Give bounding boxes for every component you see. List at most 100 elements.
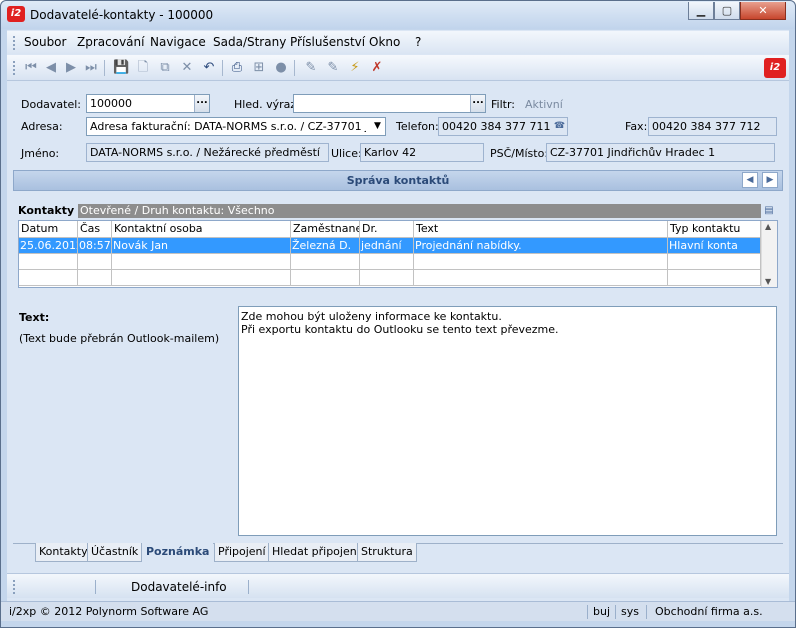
fax-field[interactable]: 00420 384 377 712: [648, 117, 777, 136]
copy-icon[interactable]: ⧉: [157, 60, 173, 76]
cell-cas: 08:57: [78, 238, 112, 254]
status-system: sys: [621, 605, 639, 618]
hled-vyraz-label: Hled. výraz:: [234, 98, 300, 111]
cell-text: Projednání nabídky.: [414, 238, 668, 254]
clear-filter-icon[interactable]: ✗: [369, 60, 385, 76]
next-record-icon[interactable]: ▶: [63, 60, 79, 76]
contact-text-area[interactable]: Zde mohou být uloženy informace ke konta…: [238, 306, 777, 536]
text-label: Text:: [19, 311, 50, 324]
empty-cell: [112, 270, 291, 286]
minimize-button[interactable]: ▁: [688, 2, 714, 20]
menu-grip[interactable]: [13, 36, 16, 50]
col-zamestnanec[interactable]: Zaměstnanec: [291, 221, 360, 238]
menu-navigace[interactable]: Navigace: [150, 35, 206, 49]
tab-pripojeni[interactable]: Připojení: [214, 543, 270, 562]
status-separator: [587, 605, 588, 619]
chevron-down-icon[interactable]: ▼: [370, 118, 385, 135]
cell-zamestnanec: Železná D.: [291, 238, 360, 254]
grid-settings-icon[interactable]: ▤: [762, 204, 776, 218]
maximize-button[interactable]: ▢: [714, 2, 740, 20]
scroll-down-icon[interactable]: ▼: [765, 277, 771, 286]
status-firm: Obchodní firma a.s.: [655, 605, 763, 618]
status-bar: i/2xp © 2012 Polynorm Software AG buj sy…: [1, 601, 795, 621]
delete-icon[interactable]: ✕: [179, 60, 195, 76]
print-icon[interactable]: ⎙: [229, 60, 245, 76]
filtr-value[interactable]: Aktivní: [525, 98, 563, 111]
col-text[interactable]: Text: [414, 221, 668, 238]
contacts-filter-bar[interactable]: Otevřené / Druh kontaktu: Všechno: [78, 204, 761, 218]
bottom-bar-grip[interactable]: [13, 580, 16, 594]
ulice-field[interactable]: Karlov 42: [360, 143, 484, 162]
tab-kontakty[interactable]: Kontakty: [35, 543, 92, 562]
menu-okno[interactable]: Okno: [369, 35, 400, 49]
cell-dr: jednání: [360, 238, 414, 254]
section-prev-icon[interactable]: ◀: [742, 172, 758, 188]
col-datum[interactable]: Datum: [19, 221, 78, 238]
telefon-label: Telefon:: [396, 120, 439, 133]
empty-cell: [291, 254, 360, 270]
empty-cell: [78, 254, 112, 270]
last-record-icon[interactable]: ⏭: [83, 60, 99, 76]
pen2-icon[interactable]: ✎: [325, 60, 341, 76]
col-dr[interactable]: Dr.: [360, 221, 414, 238]
menu-bar: Soubor Zpracování Navigace Sada/Strany P…: [7, 31, 789, 54]
new-icon[interactable]: 🗋: [135, 60, 151, 76]
close-button[interactable]: ✕: [740, 2, 786, 20]
toolbar-separator: [294, 60, 295, 76]
toolbar: ⏮ ◀ ▶ ⏭ 💾 🗋 ⧉ ✕ ↶ ⎙ ⊞ ● ✎ ✎ ⚡ ✗ i2: [7, 55, 789, 81]
dodavatel-lookup-button[interactable]: ...: [194, 95, 209, 112]
cell-datum: 25.06.2012: [19, 238, 78, 254]
menu-help[interactable]: ?: [415, 35, 421, 49]
undo-icon[interactable]: ↶: [201, 60, 217, 76]
prev-record-icon[interactable]: ◀: [43, 60, 59, 76]
adresa-label: Adresa:: [21, 120, 63, 133]
tab-poznamka[interactable]: Poznámka: [142, 543, 214, 562]
tree-icon[interactable]: ⊞: [251, 60, 267, 76]
bottom-info-bar: Dodavatelé-info: [7, 573, 789, 598]
menu-sada-strany[interactable]: Sada/Strany: [213, 35, 286, 49]
jmeno-field[interactable]: DATA-NORMS s.r.o. / Nežárecké předměstí: [86, 143, 329, 162]
filter-icon[interactable]: ⚡: [347, 60, 363, 76]
tab-struktura[interactable]: Struktura: [357, 543, 417, 562]
bottom-bar-separator: [248, 580, 249, 594]
brand-logo-icon: i2: [764, 58, 786, 78]
first-record-icon[interactable]: ⏮: [23, 60, 39, 76]
fax-label: Fax:: [625, 120, 648, 133]
phone-icon[interactable]: ☎: [552, 118, 567, 135]
col-kontaktni-osoba[interactable]: Kontaktní osoba: [112, 221, 291, 238]
adresa-select[interactable]: Adresa fakturační: DATA-NORMS s.r.o. / C…: [86, 117, 386, 136]
scroll-up-icon[interactable]: ▲: [765, 222, 771, 231]
contacts-grid[interactable]: Datum Čas Kontaktní osoba Zaměstnanec Dr…: [18, 220, 778, 288]
tab-hledat-pripojeni[interactable]: Hledat připojení: [268, 543, 364, 562]
telefon-field[interactable]: 00420 384 377 711 ☎: [438, 117, 568, 136]
pen-icon[interactable]: ✎: [303, 60, 319, 76]
empty-cell: [668, 270, 761, 286]
ulice-label: Ulice:: [331, 147, 362, 160]
psc-misto-label: PSČ/Místo:: [490, 147, 549, 160]
psc-misto-field[interactable]: CZ-37701 Jindřichův Hradec 1: [546, 143, 775, 162]
status-separator: [646, 605, 647, 619]
tab-ucastnik[interactable]: Účastník: [87, 543, 143, 562]
search-lookup-button[interactable]: ...: [470, 95, 485, 112]
dodavatel-label: Dodavatel:: [21, 98, 82, 111]
search-expression-input[interactable]: ...: [293, 94, 486, 113]
empty-cell: [414, 254, 668, 270]
menu-soubor[interactable]: Soubor: [24, 35, 66, 49]
col-cas[interactable]: Čas: [78, 221, 112, 238]
disabled-circle-icon[interactable]: ●: [273, 60, 289, 76]
dodavatel-field[interactable]: 100000 ...: [86, 94, 210, 113]
toolbar-grip[interactable]: [13, 61, 16, 75]
section-next-icon[interactable]: ▶: [762, 172, 778, 188]
dodavatele-info-button[interactable]: Dodavatelé-info: [131, 580, 227, 594]
save-icon[interactable]: 💾: [113, 60, 129, 76]
cell-kontaktni-osoba: Novák Jan: [112, 238, 291, 254]
empty-cell: [78, 270, 112, 286]
empty-cell: [360, 254, 414, 270]
grid-scrollbar[interactable]: ▲ ▼: [761, 221, 777, 287]
section-header: Správa kontaktů: [13, 170, 783, 191]
menu-zpracovani[interactable]: Zpracování: [77, 35, 144, 49]
col-typ-kontaktu[interactable]: Typ kontaktu: [668, 221, 761, 238]
menu-prislusenstvi[interactable]: Příslušenství: [290, 35, 365, 49]
status-user: buj: [593, 605, 611, 618]
copyright-text: i/2xp © 2012 Polynorm Software AG: [9, 605, 209, 618]
